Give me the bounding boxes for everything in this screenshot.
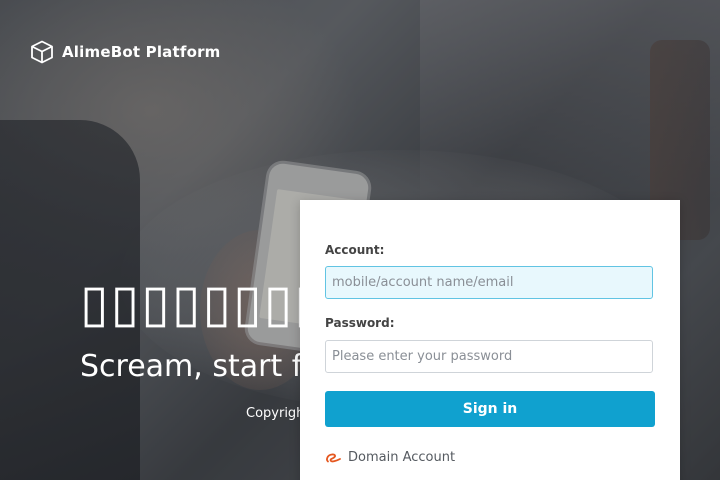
password-input[interactable] (325, 340, 653, 373)
sign-in-button[interactable]: Sign in (325, 391, 655, 427)
login-page: AlimeBot Platform ▯▯▯▯▯▯▯▯▯▯▯ Scream, st… (0, 0, 720, 480)
cube-logo-icon (30, 40, 54, 64)
account-label: Account: (325, 243, 385, 257)
alibaba-logo-icon (325, 452, 342, 464)
password-label: Password: (325, 316, 395, 330)
account-input[interactable] (325, 266, 653, 299)
brand-name: AlimeBot Platform (62, 43, 221, 61)
domain-account-label: Domain Account (348, 450, 456, 465)
login-card: Account: Password: Sign in Domain Accoun… (300, 200, 680, 480)
brand: AlimeBot Platform (30, 40, 221, 64)
domain-account-link[interactable]: Domain Account (325, 450, 455, 465)
